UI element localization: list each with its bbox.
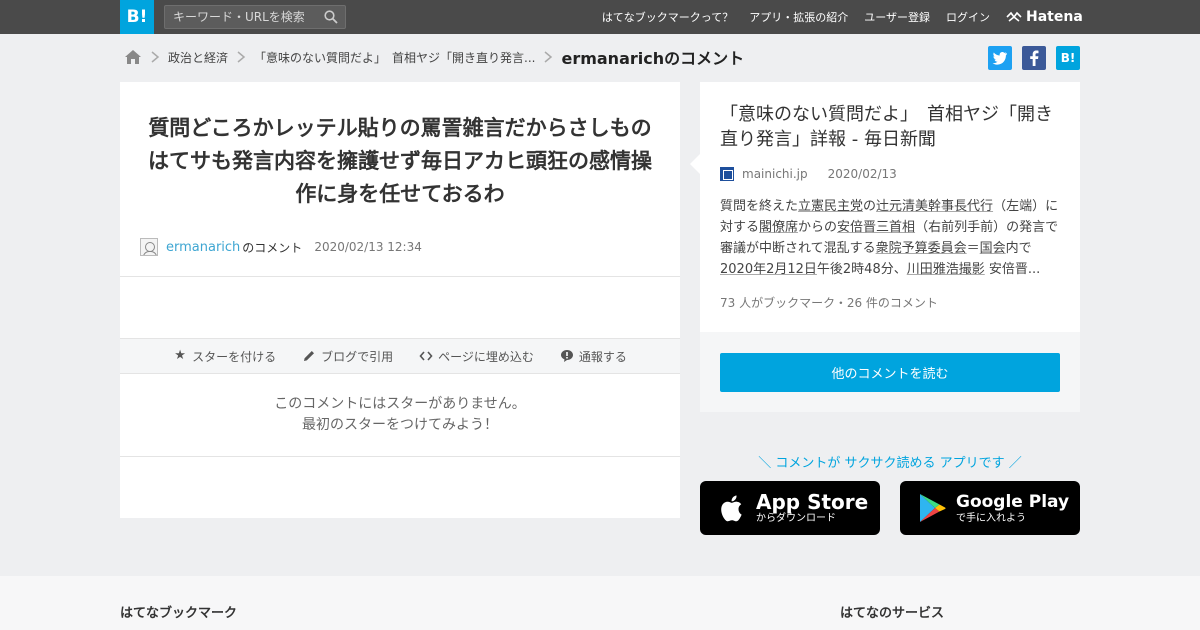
google-play-icon (920, 494, 946, 522)
nav-about[interactable]: はてなブックマークって？ (602, 9, 733, 25)
search-icon[interactable] (324, 10, 338, 24)
comment-text: 質問どころかレッテル貼りの罵詈雑言だからさしものはてサも発言内容を擁護せず毎日ア… (148, 116, 652, 206)
no-star-line1: このコメントにはスターがありません。 (274, 396, 526, 412)
hatena-logo-icon (1006, 11, 1022, 22)
footer-heading-bookmark: はてなブックマーク (120, 606, 238, 621)
keyword-link[interactable]: 国会 (980, 241, 1006, 256)
comment-date[interactable]: 2020/02/13 12:34 (314, 240, 422, 254)
keyword-link[interactable]: 辻元清美幹事長代行 (876, 199, 993, 214)
comment-actions: ★ スターを付ける ブログで引用 ページに埋め込む 通報する (120, 338, 680, 374)
embed-label: ページに埋め込む (438, 349, 534, 364)
top-nav: はてなブックマークって？ アプリ・拡張の紹介 ユーザー登録 ログイン (602, 0, 990, 34)
read-other-comments-button[interactable]: 他のコメントを読む (720, 353, 1060, 392)
twitter-bird-icon (992, 51, 1007, 65)
entry-site: mainichi.jp 2020/02/13 (720, 166, 897, 182)
entry-date: 2020/02/13 (827, 167, 897, 181)
search-box[interactable] (164, 5, 346, 29)
top-bar: B! はてなブックマークって？ アプリ・拡張の紹介 ユーザー登録 ログイン Ha… (0, 0, 1200, 34)
chevron-right-icon (237, 51, 246, 63)
google-play-title: Google Play (956, 492, 1070, 512)
footer: はてなブックマーク はてなのサービス (0, 576, 1200, 630)
comment-user-suffix: のコメント (242, 240, 303, 255)
search-input[interactable] (165, 6, 315, 28)
hatena-bookmark-share-button[interactable]: B! (1056, 46, 1080, 70)
code-icon (419, 351, 433, 361)
google-play-text: Google Play で手に入れよう (956, 491, 1069, 525)
breadcrumb-current: ermanarichのコメント (561, 49, 745, 68)
add-star-button[interactable]: ★ スターを付ける (173, 348, 276, 365)
twitter-share-button[interactable] (988, 46, 1012, 70)
google-play-subtitle: で手に入れよう (956, 513, 1026, 524)
app-store-badge[interactable]: App Store からダウンロード (700, 481, 880, 535)
comment-user-link[interactable]: ermanarich (166, 240, 240, 255)
apple-icon (721, 495, 742, 522)
divider (120, 276, 680, 277)
hatena-brand-link[interactable]: Hatena (1006, 0, 1083, 34)
breadcrumb: 政治と経済 「意味のない質問だよ」 首相ヤジ「開き直り発言... ermanar… (124, 46, 744, 68)
summary-text: からの (798, 220, 838, 235)
chevron-right-icon (151, 51, 160, 63)
summary-text: 質問を終えた (720, 199, 799, 214)
star-icon: ★ (174, 348, 186, 363)
breadcrumb-entry[interactable]: 「意味のない質問だよ」 首相ヤジ「開き直り発言... (254, 49, 535, 66)
user-avatar[interactable] (140, 238, 158, 256)
no-star-line2: 最初のスターをつけてみよう！ (302, 417, 498, 433)
footer-heading-services: はてなのサービス (840, 606, 945, 621)
entry-title-link[interactable]: 「意味のない質問だよ」 首相ヤジ「開き直り発言」詳報 - 毎日新聞 (720, 102, 1064, 152)
nav-login[interactable]: ログイン (946, 9, 990, 25)
home-icon[interactable] (124, 49, 142, 65)
report-icon (560, 350, 573, 362)
breadcrumb-category[interactable]: 政治と経済 (168, 49, 228, 66)
comment-meta: ermanarich のコメント 2020/02/13 12:34 (140, 238, 422, 256)
keyword-link[interactable]: 立憲民主党 (798, 199, 863, 214)
summary-text: ＝ (966, 241, 980, 256)
keyword-link[interactable]: 川田雅浩撮影 (907, 262, 985, 277)
summary-text: の (863, 199, 877, 214)
facebook-share-button[interactable] (1022, 46, 1046, 70)
site-favicon-icon (720, 167, 734, 181)
entry-summary: 質問を終えた立憲民主党の辻元清美幹事長代行（左端）に対する閣僚席からの安倍晋三首… (720, 196, 1062, 280)
summary-text: 内で (1005, 241, 1032, 256)
hatena-bookmark-logo[interactable]: B! (120, 0, 154, 34)
keyword-link[interactable]: 閣僚席 (759, 220, 798, 235)
google-play-badge[interactable]: Google Play で手に入れよう (900, 481, 1080, 535)
nav-apps[interactable]: アプリ・拡張の紹介 (749, 9, 848, 25)
app-store-subtitle: からダウンロード (756, 513, 836, 524)
entry-card: 「意味のない質問だよ」 首相ヤジ「開き直り発言」詳報 - 毎日新聞 mainic… (690, 82, 1080, 412)
blog-quote-label: ブログで引用 (321, 349, 394, 364)
keyword-link[interactable]: 衆院予算委員会 (876, 241, 967, 256)
app-store-text: App Store からダウンロード (756, 491, 868, 525)
blog-quote-button[interactable]: ブログで引用 (302, 348, 393, 365)
app-promo-tagline: ＼ コメントが サクサク読める アプリです ／ (758, 456, 1022, 471)
nav-register[interactable]: ユーザー登録 (864, 9, 930, 25)
keyword-link[interactable]: 安倍晋三首相 (837, 220, 915, 235)
pencil-icon (304, 351, 315, 361)
comment-card: 質問どころかレッテル貼りの罵詈雑言だからさしものはてサも発言内容を擁護せず毎日ア… (120, 82, 680, 518)
summary-text: 午後2時48分、 (816, 262, 907, 277)
facebook-icon (1030, 50, 1039, 66)
report-button[interactable]: 通報する (560, 348, 627, 365)
divider (120, 456, 680, 457)
add-star-label: スターを付ける (192, 349, 277, 364)
chevron-right-icon (544, 51, 553, 63)
report-label: 通報する (578, 349, 627, 364)
no-star-message: このコメントにはスターがありません。 最初のスターをつけてみよう！ (120, 394, 680, 436)
hatena-brand-label: Hatena (1026, 9, 1083, 25)
embed-button[interactable]: ページに埋め込む (419, 348, 534, 365)
bookmark-counts[interactable]: 73 人がブックマーク・26 件のコメント (720, 294, 938, 311)
app-store-title: App Store (756, 490, 869, 514)
summary-text: 安倍晋... (984, 262, 1041, 277)
keyword-link[interactable]: 2020年2月12日 (720, 262, 817, 277)
entry-actions: 他のコメントを読む (700, 332, 1080, 412)
entry-site-link[interactable]: mainichi.jp (742, 167, 808, 181)
